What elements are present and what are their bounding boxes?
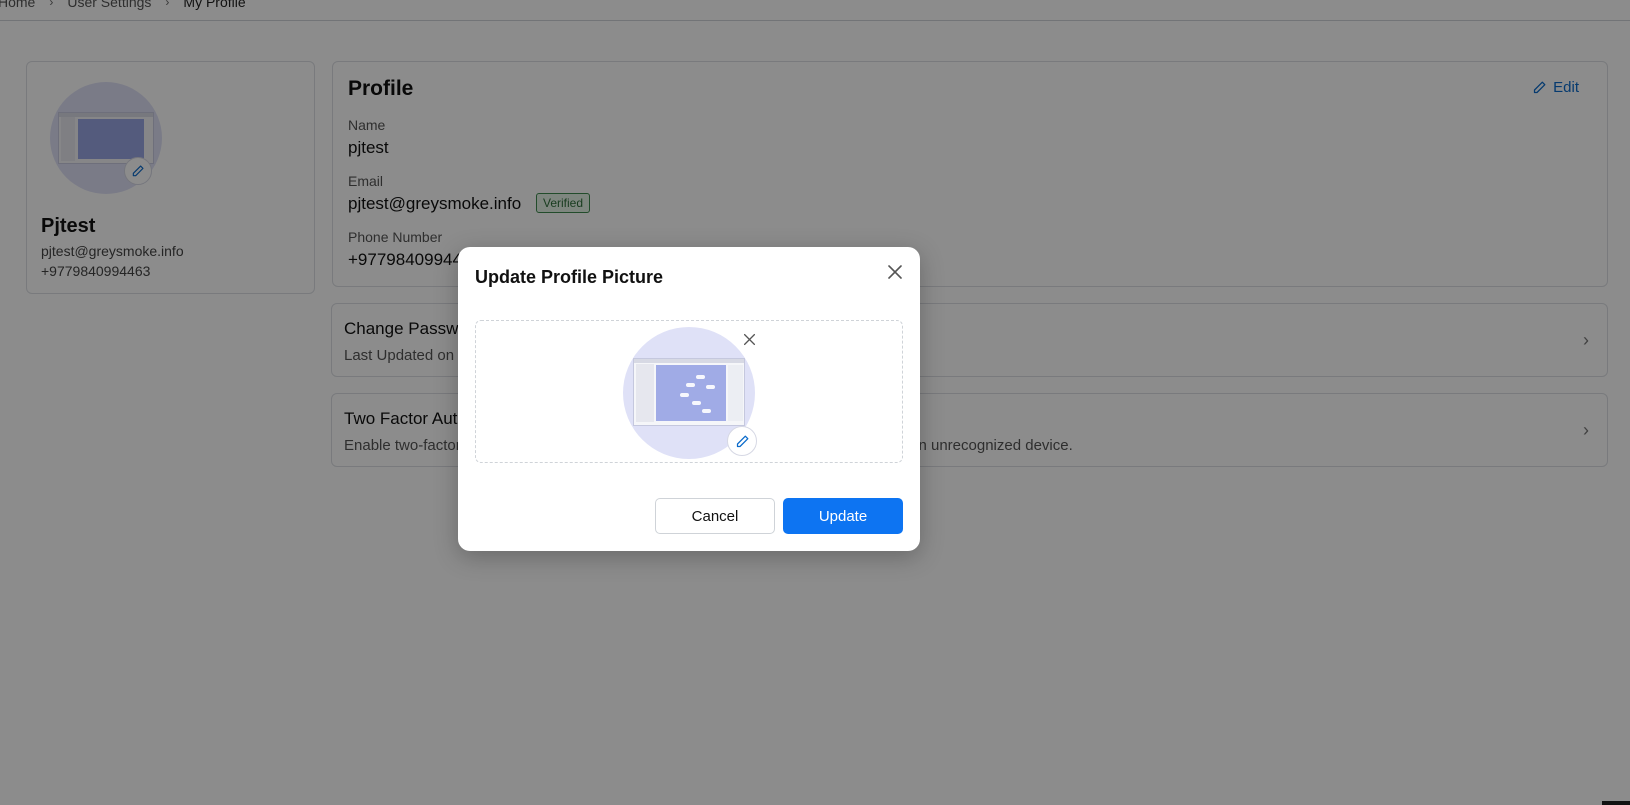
cancel-button[interactable]: Cancel (655, 498, 775, 534)
close-button[interactable] (884, 261, 906, 283)
dialog-title: Update Profile Picture (475, 267, 664, 287)
close-icon (888, 265, 902, 279)
pencil-icon (736, 435, 748, 447)
remove-image-button[interactable] (739, 329, 759, 349)
update-button[interactable]: Update (783, 498, 903, 534)
change-image-button[interactable] (727, 426, 757, 456)
update-profile-picture-dialog: Update Profile Picture Cancel Update (458, 247, 920, 551)
preview-image (633, 358, 745, 426)
image-dropzone[interactable] (475, 320, 903, 463)
close-icon (743, 333, 755, 345)
